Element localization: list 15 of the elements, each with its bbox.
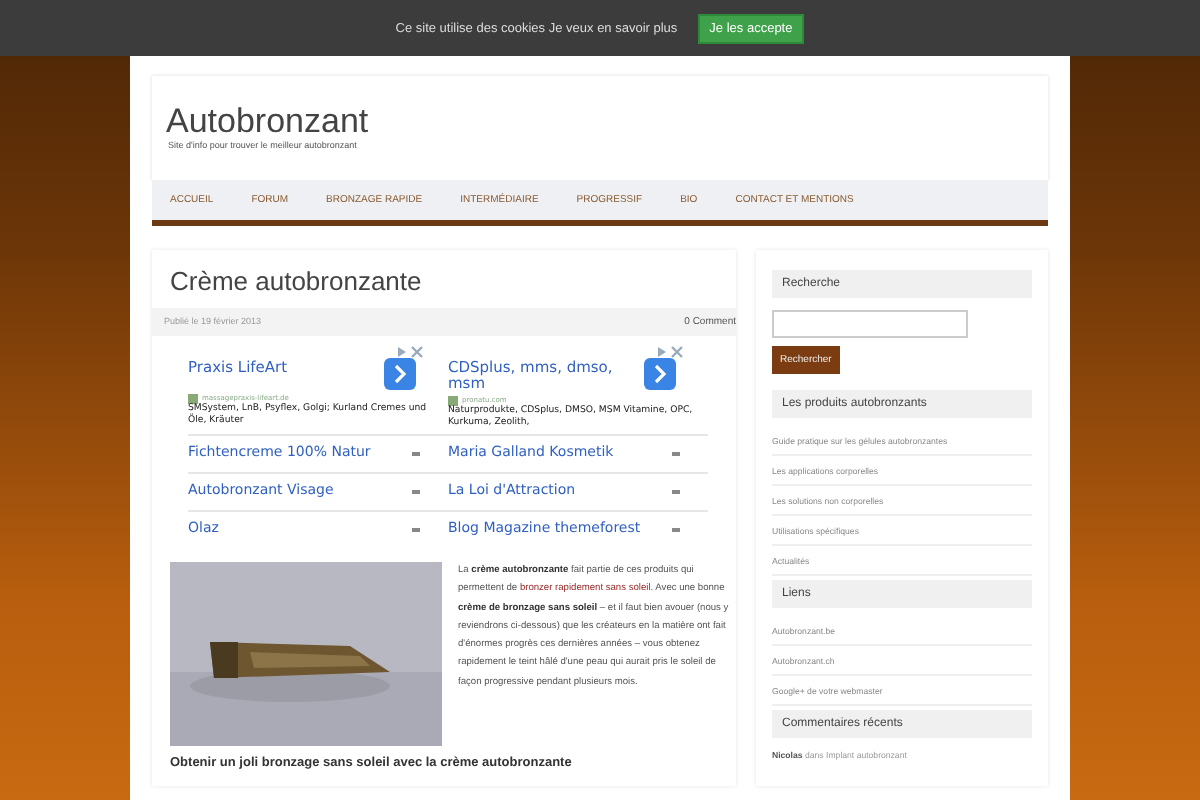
caret-icon (412, 490, 420, 494)
search-field[interactable] (772, 310, 968, 338)
caret-icon (672, 452, 680, 456)
chevron-right-icon[interactable] (644, 358, 676, 390)
caret-icon (412, 452, 420, 456)
caret-icon (412, 528, 420, 532)
post-title: Crème autobronzante (168, 266, 424, 296)
ad-choices-icon[interactable] (396, 346, 424, 358)
ad-choices-icon[interactable] (656, 346, 684, 358)
caret-icon (672, 490, 680, 494)
caret-icon (672, 528, 680, 532)
favicon-icon (448, 396, 458, 406)
site-title[interactable]: Autobronzant (166, 104, 1034, 140)
chevron-right-icon[interactable] (384, 358, 416, 390)
favicon-icon (188, 394, 198, 404)
